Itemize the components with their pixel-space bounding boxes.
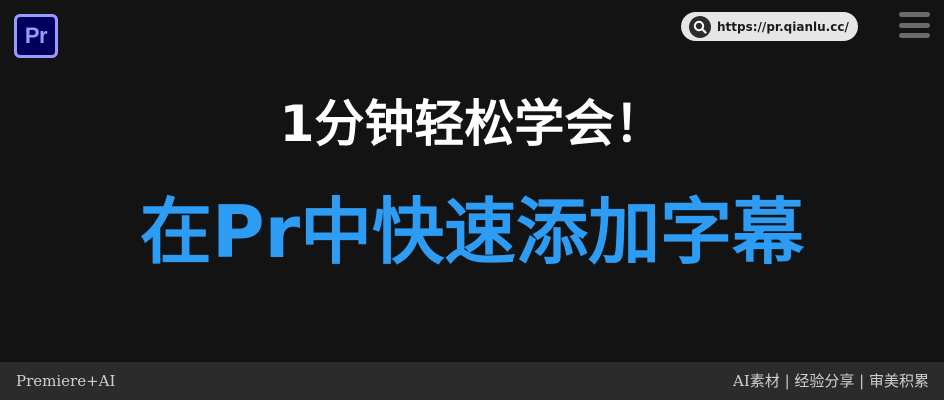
menu-bar [899, 33, 930, 38]
page-title: 在Pr中快速添加字幕 [139, 190, 805, 274]
menu-icon[interactable] [899, 12, 930, 38]
search-icon [689, 15, 711, 38]
footer-tagline: AI素材 | 经验分享 | 审美积累 [733, 372, 929, 390]
url-text: https://pr.qianlu.cc/ [717, 19, 849, 34]
cover-page: Pr https://pr.qianlu.cc/ 1分钟轻松学会！ 在Pr中快速… [0, 0, 944, 400]
footer-bar: Premiere+AI AI素材 | 经验分享 | 审美积累 [0, 362, 944, 400]
logo-text: Pr [24, 23, 48, 48]
menu-bar [899, 22, 930, 28]
menu-bar [899, 12, 930, 17]
url-bar[interactable]: https://pr.qianlu.cc/ [681, 12, 858, 41]
footer-brand: Premiere+AI [16, 372, 116, 390]
headline: 1分钟轻松学会！ [279, 95, 665, 153]
premiere-pro-logo: Pr [14, 14, 58, 58]
